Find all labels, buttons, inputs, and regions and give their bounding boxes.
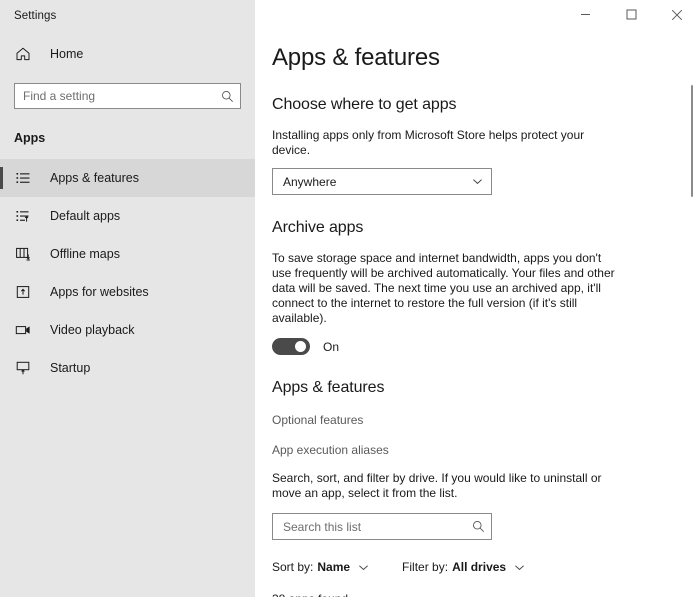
list-arrow-icon: [14, 207, 32, 225]
choose-source-heading: Choose where to get apps: [272, 96, 700, 114]
sidebar-nav-list: Apps & features Default apps: [0, 159, 255, 387]
map-download-icon: [14, 245, 32, 263]
sidebar-item-offline-maps[interactable]: Offline maps: [0, 235, 255, 273]
video-icon: [14, 321, 32, 339]
list-filters: Sort by: Name Filter by: All drives: [272, 560, 700, 574]
filter-by-dropdown[interactable]: Filter by: All drives: [402, 560, 525, 574]
sidebar-item-apps-features[interactable]: Apps & features: [0, 159, 255, 197]
startup-icon: [14, 359, 32, 377]
page-title: Apps & features: [272, 44, 700, 72]
search-input[interactable]: [23, 89, 220, 103]
sidebar-item-startup[interactable]: Startup: [0, 349, 255, 387]
archive-apps-heading: Archive apps: [272, 219, 700, 237]
app-source-selected-value: Anywhere: [283, 175, 471, 189]
main-content: Apps & features Choose where to get apps…: [255, 0, 700, 597]
choose-source-description: Installing apps only from Microsoft Stor…: [272, 128, 622, 158]
archive-apps-toggle-row: On: [272, 338, 700, 355]
home-icon: [14, 45, 32, 63]
archive-apps-toggle-state: On: [323, 340, 339, 354]
chevron-down-icon: [471, 176, 483, 188]
chevron-down-icon: [357, 561, 369, 573]
content-scrollbar[interactable]: [686, 30, 698, 597]
sort-by-dropdown[interactable]: Sort by: Name: [272, 560, 369, 574]
sidebar-item-apps-for-websites[interactable]: Apps for websites: [0, 273, 255, 311]
sidebar-item-label: Apps for websites: [50, 285, 149, 299]
minimize-button[interactable]: [562, 0, 608, 29]
app-execution-aliases-link-wrap: App execution aliases: [272, 427, 700, 457]
settings-search-box[interactable]: [14, 83, 241, 109]
sidebar-item-home[interactable]: Home: [0, 37, 255, 71]
sidebar-home-label: Home: [50, 47, 83, 61]
archive-apps-description: To save storage space and internet bandw…: [272, 251, 622, 326]
window-titlebar: [255, 0, 700, 30]
toggle-knob: [295, 341, 306, 352]
sidebar-item-video-playback[interactable]: Video playback: [0, 311, 255, 349]
sort-by-value: Name: [317, 560, 350, 574]
app-list-search-box[interactable]: [272, 513, 492, 540]
apps-features-description: Search, sort, and filter by drive. If yo…: [272, 471, 622, 501]
sidebar-section-title: Apps: [0, 131, 255, 145]
sidebar-item-label: Startup: [50, 361, 90, 375]
optional-features-link-wrap: Optional features: [272, 397, 700, 427]
sidebar-item-label: Default apps: [50, 209, 120, 223]
optional-features-link[interactable]: Optional features: [272, 413, 363, 427]
settings-window: Settings Home Apps: [0, 0, 700, 597]
archive-apps-toggle[interactable]: [272, 338, 310, 355]
app-list-search-input[interactable]: [283, 520, 471, 534]
sort-by-label: Sort by:: [272, 560, 313, 574]
maximize-button[interactable]: [608, 0, 654, 29]
sidebar-item-label: Video playback: [50, 323, 135, 337]
sidebar-item-label: Offline maps: [50, 247, 120, 261]
app-execution-aliases-link[interactable]: App execution aliases: [272, 443, 389, 457]
settings-content: Apps & features Choose where to get apps…: [255, 44, 700, 597]
app-source-dropdown[interactable]: Anywhere: [272, 168, 492, 195]
apps-features-heading: Apps & features: [272, 379, 700, 397]
list-icon: [14, 169, 32, 187]
sidebar-item-default-apps[interactable]: Default apps: [0, 197, 255, 235]
scrollbar-thumb[interactable]: [691, 85, 693, 197]
apps-found-count: 38 apps found: [272, 592, 700, 597]
sidebar: Settings Home Apps: [0, 0, 255, 597]
filter-by-value: All drives: [452, 560, 506, 574]
app-website-icon: [14, 283, 32, 301]
close-button[interactable]: [654, 0, 700, 29]
search-icon: [471, 520, 485, 534]
sidebar-item-label: Apps & features: [50, 171, 139, 185]
app-title: Settings: [0, 0, 255, 22]
chevron-down-icon: [513, 561, 525, 573]
filter-by-label: Filter by:: [402, 560, 448, 574]
search-icon: [220, 89, 234, 103]
